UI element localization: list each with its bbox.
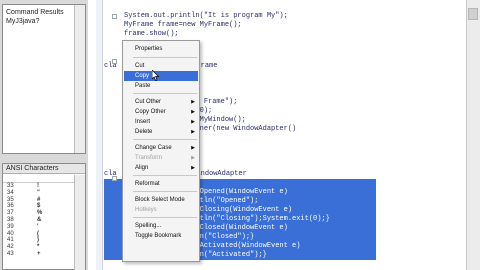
submenu-arrow-icon: ▶ <box>191 165 195 171</box>
menu-item-delete[interactable]: Delete ▶ <box>124 127 198 137</box>
code-line[interactable]: frame.show(); <box>124 30 179 39</box>
ansi-row[interactable]: 41) <box>3 237 75 244</box>
code-line[interactable]: MyFrame frame=new MyFrame(); <box>124 21 242 30</box>
ansi-char: " <box>37 189 40 196</box>
ansi-row[interactable]: 37% <box>3 210 75 217</box>
menu-item-label: Transform <box>135 155 163 161</box>
menu-separator <box>133 93 197 94</box>
menu-separator <box>133 139 197 140</box>
ansi-char: + <box>37 250 41 257</box>
ansi-code: 34 <box>7 189 14 196</box>
menu-item-transform: Transform ▶ <box>124 153 198 163</box>
ansi-row[interactable]: 34 " <box>3 190 75 197</box>
menu-item-block-select-mode[interactable]: Block Select Mode <box>124 195 198 205</box>
file-item-myjava[interactable]: MyJ3java? <box>6 18 39 25</box>
menu-item-toggle-bookmark[interactable]: Toggle Bookmark <box>124 231 198 241</box>
ansi-code: 36 <box>7 203 14 210</box>
menu-item-label: Reformat <box>135 181 160 187</box>
menu-item-label: Delete <box>135 129 153 135</box>
ansi-characters-panel: ANSI Characters 33! 34 " 35 #36 $37% 38 & 39 ' 40(… <box>2 163 86 270</box>
menu-item-paste[interactable]: Paste <box>124 81 198 91</box>
menu-item-label: Align <box>135 165 149 171</box>
ansi-row[interactable]: 35 # <box>3 197 75 204</box>
submenu-arrow-icon: ▶ <box>191 109 195 115</box>
menu-item-label: Change Case <box>135 145 172 151</box>
ansi-scrollbar[interactable] <box>74 175 85 270</box>
menu-item-label: Spelling... <box>135 223 162 229</box>
editor-vertical-scrollbar[interactable] <box>466 0 480 270</box>
ansi-char: ) <box>37 237 39 244</box>
ansi-row[interactable]: 39 ' <box>3 224 75 231</box>
file-item-command-results[interactable]: Command Results <box>6 9 64 16</box>
submenu-arrow-icon: ▶ <box>191 145 195 151</box>
menu-item-properties[interactable]: Properties <box>124 44 198 54</box>
code-line[interactable]: System.out.println("It is program My"); <box>124 12 288 21</box>
ansi-char: & <box>37 216 42 223</box>
ansi-code: 39 <box>7 223 14 230</box>
menu-item-reformat[interactable]: Reformat <box>124 179 198 189</box>
menu-item-copy[interactable]: Copy <box>124 71 198 81</box>
menu-item-hotkeys: Hotkeys <box>124 205 198 215</box>
menu-item-copy-other[interactable]: Copy Other ▶ <box>124 107 198 117</box>
menu-item-label: Properties <box>135 46 163 52</box>
ansi-char: * <box>37 244 40 251</box>
menu-separator <box>133 217 197 218</box>
menu-separator <box>133 57 197 58</box>
ansi-char: ' <box>37 223 39 230</box>
ansi-code: 33 <box>7 183 14 189</box>
ansi-code: 38 <box>7 216 14 223</box>
menu-item-label: Copy Other <box>135 109 166 115</box>
fold-marker[interactable] <box>112 14 117 19</box>
menu-item-cut[interactable]: Cut <box>124 61 198 71</box>
submenu-arrow-icon: ▶ <box>191 155 195 161</box>
ansi-row[interactable]: 33! <box>3 183 75 190</box>
fold-marker[interactable] <box>112 59 117 64</box>
menu-separator <box>133 191 197 192</box>
submenu-arrow-icon: ▶ <box>191 99 195 105</box>
editor-scrollbar-thumb[interactable] <box>468 8 478 20</box>
ansi-character-list: 33! 34 " 35 #36 $37% 38 & 39 ' 40(41) 42 * 43 + <box>3 183 75 258</box>
ansi-code: 40 <box>7 230 14 237</box>
ansi-char: ! <box>37 183 39 189</box>
ansi-row[interactable]: 38 & <box>3 217 75 224</box>
file-list-panel: Command Results MyJ3java? <box>2 4 86 154</box>
menu-separator <box>133 175 197 176</box>
menu-item-label: Insert <box>135 119 151 125</box>
ansi-row[interactable]: 42 * <box>3 244 75 251</box>
ansi-char: % <box>37 210 43 217</box>
menu-item-align[interactable]: Align ▶ <box>124 163 198 173</box>
ansi-char: ( <box>37 230 39 237</box>
submenu-arrow-icon: ▶ <box>191 129 195 135</box>
mouse-pointer-icon <box>152 70 160 81</box>
ansi-code: 42 <box>7 244 14 251</box>
ansi-char: $ <box>37 203 41 210</box>
ansi-code: 37 <box>7 210 14 217</box>
ansi-panel-title: ANSI Characters <box>3 164 85 174</box>
menu-item-change-case[interactable]: Change Case ▶ <box>124 143 198 153</box>
menu-item-label: Cut Other <box>135 99 162 105</box>
menu-item-label: Cut <box>135 63 145 69</box>
ansi-row[interactable]: 36 $ <box>3 203 75 210</box>
ansi-row[interactable]: 40 ( <box>3 231 75 238</box>
fold-marker[interactable] <box>112 176 117 181</box>
menu-item-spelling[interactable]: Spelling... <box>124 221 198 231</box>
ansi-code: 43 <box>7 250 14 257</box>
context-menu: Properties Cut Copy Paste Cut Other ▶ Copy Oth… <box>122 40 200 262</box>
menu-item-label: Hotkeys <box>135 207 157 213</box>
menu-item-label: Toggle Bookmark <box>135 233 182 239</box>
ansi-row[interactable]: 43 + <box>3 251 75 258</box>
ansi-code: 41 <box>7 237 14 244</box>
ansi-char: # <box>37 196 41 203</box>
menu-item-label: Copy <box>135 73 150 79</box>
ansi-table-header <box>3 175 75 183</box>
menu-item-cut-other[interactable]: Cut Other ▶ <box>124 97 198 107</box>
left-panel: Command Results MyJ3java? ANSI Character… <box>0 0 88 270</box>
menu-item-label: Paste <box>135 83 151 89</box>
file-list-scrollbar[interactable] <box>74 5 85 153</box>
menu-item-insert[interactable]: Insert ▶ <box>124 117 198 127</box>
editor-gutter <box>96 0 103 270</box>
menu-item-label: Block Select Mode <box>135 197 185 203</box>
submenu-arrow-icon: ▶ <box>191 119 195 125</box>
ansi-code: 35 <box>7 196 14 203</box>
